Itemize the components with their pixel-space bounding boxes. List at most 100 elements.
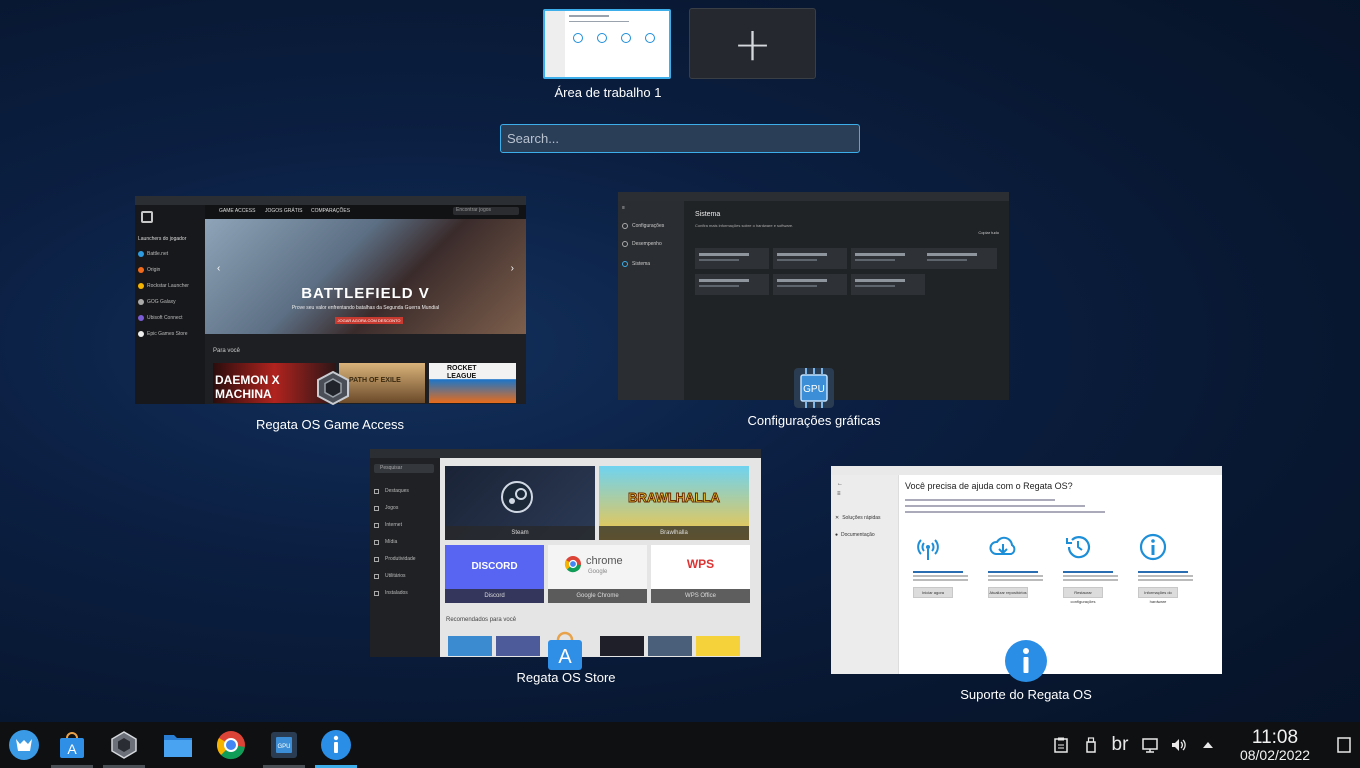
support-heading: Você precisa de ajuda com o Regata OS? [905, 481, 1073, 491]
game-access-topbar: GAME ACCESS JOGOS GRÁTIS COMPARAÇÕES Enc… [205, 205, 526, 219]
support-app-icon [1005, 640, 1047, 682]
sidebar-item: Mídia [374, 539, 397, 545]
mini-icon [597, 33, 607, 43]
sidebar-item: Jogos [374, 505, 398, 511]
sidebar-item-system: Sistema [622, 261, 650, 267]
settings-sidebar: ≡ Configurações Desempenho Sistema [618, 201, 684, 400]
store-icon: A [60, 732, 84, 758]
window-titlebar [618, 192, 1009, 201]
usb-drive-icon[interactable] [1080, 722, 1102, 768]
keyboard-layout-indicator[interactable]: br [1106, 722, 1134, 768]
taskbar-app-support[interactable] [312, 722, 360, 768]
game-card: PATH OF EXILE [339, 363, 425, 403]
support-action-button: Restaurar configurações [1063, 587, 1103, 604]
window-titlebar [135, 196, 526, 205]
sidebar-item-docs: ● Documentação [835, 532, 875, 538]
cloud-download-icon [989, 536, 1016, 555]
window-title: Suporte do Regata OS [960, 687, 1092, 702]
mini-icon [573, 33, 583, 43]
text-line [905, 511, 1105, 513]
game-hero-banner: BATTLEFIELD V Prove seu valor enfrentand… [205, 219, 526, 334]
clipboard-icon[interactable] [1050, 722, 1072, 768]
support-option: Iniciar agora [913, 532, 973, 598]
taskbar-app-files[interactable] [154, 722, 202, 768]
desktop-1-thumbnail[interactable] [543, 9, 671, 79]
chevron-right-icon: › [510, 263, 514, 274]
recommend-heading: Recomendados para você [446, 617, 517, 623]
window-titlebar [831, 466, 1222, 475]
svg-text:A: A [558, 646, 572, 668]
game-card: ROCKET LEAGUE [429, 363, 516, 403]
taskbar-app-gpu-settings[interactable]: GPU [260, 722, 308, 768]
support-option: Restaurar configurações [1063, 532, 1123, 604]
back-arrow-icon: ← [837, 481, 843, 487]
tray-expand-icon[interactable] [1198, 722, 1218, 768]
clock-date[interactable]: 08/02/2022 [1224, 747, 1326, 763]
store-tile-brawlhalla: BRAWLHALLA Brawlhalla [599, 466, 749, 540]
recommended-thumb [600, 636, 644, 656]
window-titlebar [370, 449, 761, 458]
game-access-app-icon [317, 370, 349, 406]
settings-subheading: Confira mais informações sobre o hardwar… [695, 223, 794, 228]
support-action-button: Iniciar agora [913, 587, 953, 598]
sidebar-item-launcher: GOG Galaxy [138, 299, 176, 305]
settings-heading: Sistema [695, 211, 721, 218]
sidebar-item-launcher: Ubisoft Connect [138, 315, 183, 321]
sidebar-item: Produtividade [374, 556, 416, 562]
settings-main: Sistema Confira mais informações sobre o… [684, 201, 1009, 400]
taskbar-app-chrome[interactable] [207, 722, 255, 768]
tab-comparisons: COMPARAÇÕES [311, 208, 351, 214]
store-app-icon: A [548, 631, 582, 670]
store-main: Steam BRAWLHALLA Brawlhalla DISCORD Disc… [440, 458, 761, 657]
taskbar-app-store[interactable]: A [48, 722, 96, 768]
show-desktop-button[interactable] [1334, 722, 1354, 768]
plus-icon: + [733, 16, 772, 71]
gpu-settings-icon: GPU [271, 732, 297, 758]
recommended-thumb [648, 636, 692, 656]
sidebar-item: Utilitários [374, 573, 406, 579]
taskbar-app-game-access[interactable] [100, 722, 148, 768]
recommended-thumb [496, 636, 540, 656]
clock-time[interactable]: 11:08 [1230, 727, 1320, 749]
sidebar-item-settings: Configurações [622, 223, 664, 229]
mini-text [569, 21, 629, 22]
hamburger-menu-icon: ≡ [622, 205, 625, 211]
add-desktop-button[interactable]: + [689, 8, 816, 79]
taskbar: A GPU br [0, 722, 1360, 768]
svg-text:A: A [67, 741, 77, 757]
network-icon[interactable] [1140, 722, 1162, 768]
chevron-left-icon: ‹ [217, 263, 221, 274]
regata-menu-icon [9, 730, 39, 760]
application-menu-button[interactable] [0, 722, 48, 768]
store-sidebar: Pesquisar Destaques Jogos Internet Mídia… [370, 458, 440, 657]
sidebar-item-quick-fixes: ✕ Soluções rápidas [835, 515, 881, 521]
tab-game-access: GAME ACCESS [219, 208, 256, 214]
support-option: Atualizar repositórios [988, 532, 1048, 598]
svg-text:GPU: GPU [803, 384, 825, 395]
support-main: Você precisa de ajuda com o Regata OS? I… [899, 475, 1222, 674]
volume-icon[interactable] [1168, 722, 1190, 768]
window-thumbnail-store[interactable]: Pesquisar Destaques Jogos Internet Mídia… [370, 449, 761, 657]
chrome-icon [217, 731, 245, 760]
copy-all-button: Copiar tudo [978, 230, 999, 235]
mini-icon [645, 33, 655, 43]
sidebar-heading: Launchers do jogador [138, 236, 187, 242]
window-title: Regata OS Game Access [255, 417, 405, 432]
recommended-thumb [448, 636, 492, 656]
game-access-icon [111, 731, 137, 759]
recommended-thumb [696, 636, 740, 656]
store-tile-chrome: chrome Google Google Chrome [548, 545, 647, 603]
game-access-sidebar: Launchers do jogador Battle.net Origin R… [135, 205, 205, 404]
store-tile-steam: Steam [445, 466, 595, 540]
hero-subtitle: Prove seu valor enfrentando batalhas da … [291, 305, 440, 311]
search-input[interactable] [500, 124, 860, 153]
store-search: Pesquisar [374, 464, 434, 473]
tab-free-games: JOGOS GRÁTIS [265, 208, 303, 214]
text-line [905, 499, 1055, 501]
support-action-button: Informações do hardware [1138, 587, 1178, 604]
support-icon [321, 730, 351, 760]
svg-text:GPU: GPU [277, 744, 290, 750]
support-option: Informações do hardware [1138, 532, 1198, 604]
game-search: Encontrar jogos [453, 207, 519, 215]
store-tile-wps: WPS WPS Office [651, 545, 750, 603]
